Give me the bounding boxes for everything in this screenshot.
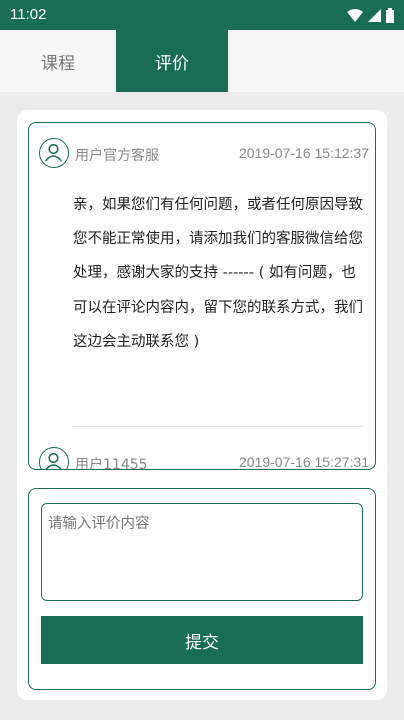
comment-list[interactable]: 用户官方客服 2019-07-16 15:12:37 亲，如果您们有任何问题，或…	[28, 122, 376, 470]
status-icons	[347, 7, 394, 23]
comment-header: 用户11455 2019-07-16 15:27:31	[39, 447, 369, 470]
wifi-icon	[347, 9, 363, 22]
review-input[interactable]	[41, 503, 363, 601]
comment-divider	[73, 426, 363, 427]
review-form: 提交	[28, 488, 376, 690]
signal-icon	[368, 8, 381, 22]
comment-timestamp: 2019-07-16 15:27:31	[239, 454, 369, 470]
comment-text: 亲，如果您们有任何问题，或者任何原因导致您不能正常使用，请添加我们的客服微信给您…	[73, 197, 363, 350]
tab-review[interactable]: 评价	[116, 30, 228, 92]
comment-username: 用户官方客服	[75, 148, 159, 164]
submit-button[interactable]: 提交	[41, 616, 363, 664]
user-avatar-icon	[39, 138, 69, 168]
battery-icon	[386, 7, 394, 23]
user-avatar-icon	[39, 447, 69, 469]
comment-username: 用户11455	[75, 457, 148, 470]
comment-header: 用户官方客服 2019-07-16 15:12:37	[39, 138, 369, 170]
tab-course[interactable]: 课程	[0, 30, 116, 92]
comment-timestamp: 2019-07-16 15:12:37	[239, 145, 369, 161]
status-bar: 11:02	[0, 0, 404, 30]
status-time: 11:02	[10, 6, 47, 23]
tab-bar: 课程 评价	[0, 30, 404, 92]
